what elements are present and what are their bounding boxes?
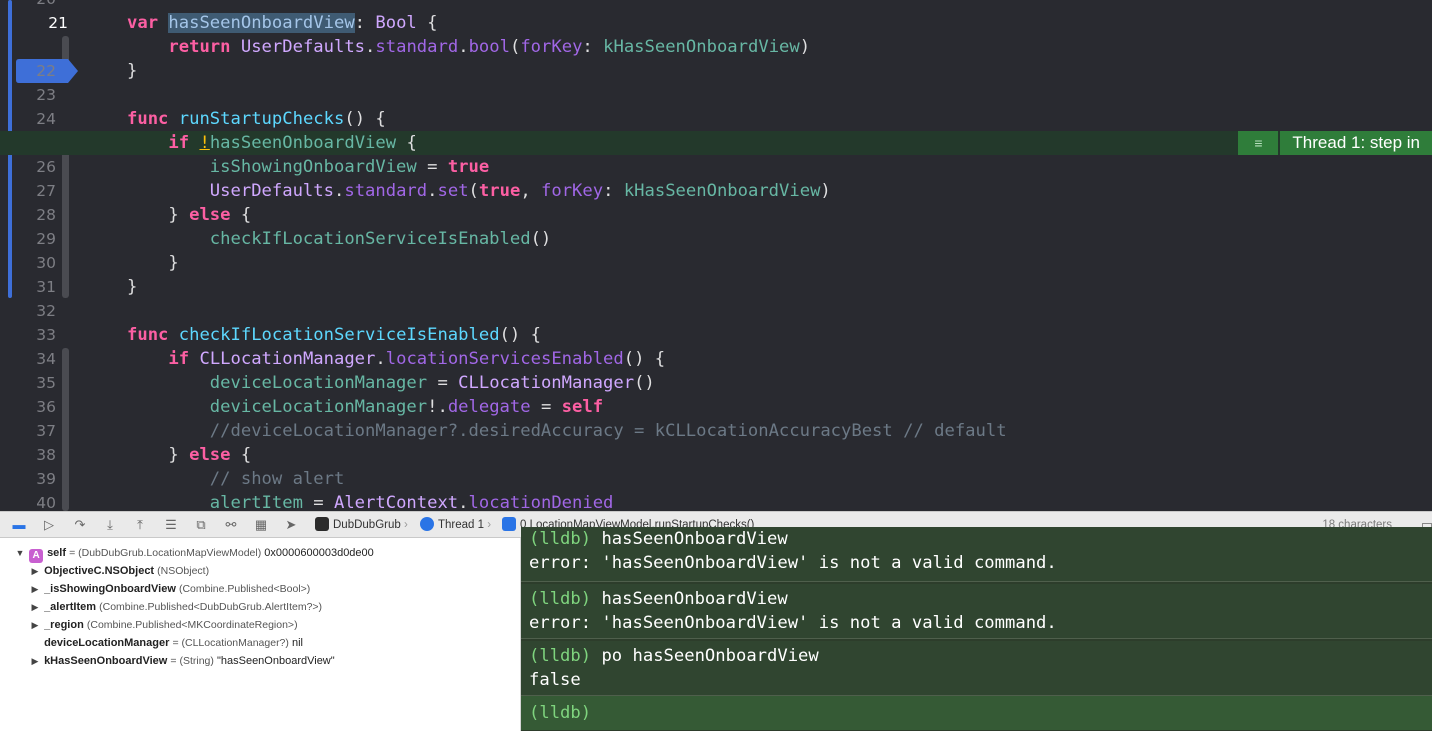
continue-icon[interactable] <box>40 517 58 533</box>
code-line[interactable]: 35 if CLLocationManager.locationServices… <box>0 347 1432 392</box>
console-entry: (lldb) hasSeenOnboardView error: 'hasSee… <box>521 527 1432 582</box>
console-output: error: 'hasSeenOnboardView' is not a val… <box>529 553 1057 573</box>
variable-row[interactable]: ▶ _region (Combine.Published<MKCoordinat… <box>29 616 298 634</box>
console-command: hasSeenOnboardView <box>601 589 788 609</box>
code-line[interactable]: 39 } else { <box>0 443 1432 488</box>
code-line[interactable]: 25 func runStartupChecks() { <box>0 107 1432 152</box>
code-line[interactable]: 21 var hasSeenOnboardView: Bool { <box>0 11 1432 83</box>
thread-step-label: Thread 1: step in <box>1280 131 1432 155</box>
variable-row[interactable]: ▶ kHasSeenOnboardView = (String) "hasSee… <box>29 652 335 670</box>
disclosure-triangle-icon[interactable]: ▶ <box>29 562 41 580</box>
code-line: 20 <box>0 0 1432 11</box>
code-line[interactable]: 41 alertItem = AlertContext.locationDeni… <box>0 491 1432 511</box>
environment-overrides-icon[interactable]: ⚯ <box>222 517 240 533</box>
object-badge-icon: A <box>29 549 44 563</box>
view-hierarchy-icon[interactable]: ☰ <box>162 517 180 533</box>
drag-handle-icon[interactable]: ≡ <box>1238 131 1279 155</box>
disclosure-triangle-icon[interactable]: ▶ <box>29 616 41 634</box>
variable-row[interactable]: ▶ _isShowingOnboardView (Combine.Publish… <box>29 580 311 598</box>
current-execution-line[interactable]: 26 if !hasSeenOnboardView { ≡ Thread 1: … <box>0 131 1432 176</box>
console-command: hasSeenOnboardView <box>601 529 788 549</box>
console-command: po hasSeenOnboardView <box>601 646 819 666</box>
step-into-icon[interactable]: ⤓ <box>101 517 119 533</box>
code-line[interactable]: 37 deviceLocationManager!.delegate = sel… <box>0 395 1432 440</box>
code-line[interactable]: 34 func checkIfLocationServiceIsEnabled(… <box>0 323 1432 368</box>
code-line[interactable]: 24 <box>0 83 1432 128</box>
code-line[interactable]: 40 // show alert <box>0 467 1432 511</box>
code-line[interactable]: 33 <box>0 299 1432 344</box>
code-line[interactable]: 38 //deviceLocationManager?.desiredAccur… <box>0 419 1432 464</box>
variables-view[interactable]: ▼ Aself = (DubDubGrub.LocationMapViewMod… <box>0 538 521 731</box>
breadcrumb-thread[interactable]: Thread 1 › <box>420 512 491 539</box>
code-line[interactable]: 27 isShowingOnboardView = true <box>0 155 1432 200</box>
console-entry: (lldb) hasSeenOnboardView error: 'hasSee… <box>521 584 1432 639</box>
code-line[interactable]: 29 } else { <box>0 203 1432 248</box>
code-line[interactable]: 22 return UserDefaults.standard.bool(for… <box>0 35 1432 80</box>
lldb-console[interactable]: (lldb) hasSeenOnboardView error: 'hasSee… <box>521 527 1432 731</box>
code-line[interactable]: 31 } <box>0 251 1432 296</box>
disclosure-triangle-icon[interactable]: ▶ <box>29 580 41 598</box>
console-output: false <box>529 670 581 690</box>
memory-graph-icon[interactable]: ⧉ <box>192 517 210 533</box>
step-over-icon[interactable]: ↷ <box>71 517 89 533</box>
breadcrumb-target[interactable]: DubDubGrub › <box>315 512 408 539</box>
disclosure-triangle-icon[interactable]: ▶ <box>29 652 41 670</box>
simulate-location-icon[interactable]: ▦ <box>252 517 270 533</box>
console-entry: (lldb) po hasSeenOnboardView false <box>521 641 1432 696</box>
console-input[interactable]: (lldb) <box>521 696 1432 730</box>
console-output: error: 'hasSeenOnboardView' is not a val… <box>529 613 1057 633</box>
thread-icon <box>420 517 434 531</box>
variable-row[interactable]: ▶ ObjectiveC.NSObject (NSObject) <box>29 562 210 580</box>
app-icon <box>315 517 329 531</box>
console-prompt: (lldb) <box>529 703 592 723</box>
disclosure-triangle-icon[interactable]: ▶ <box>29 598 41 616</box>
line-number: 20 <box>14 0 56 11</box>
disclosure-triangle-icon[interactable]: ▼ <box>14 544 26 562</box>
code-line[interactable]: 32 } <box>0 275 1432 320</box>
location-arrow-icon[interactable]: ➤ <box>282 517 300 533</box>
user-frame-icon <box>502 517 516 531</box>
code-line[interactable]: 30 checkIfLocationServiceIsEnabled() <box>0 227 1432 272</box>
code-line[interactable]: 36 deviceLocationManager = CLLocationMan… <box>0 371 1432 416</box>
step-out-icon[interactable]: ⤒ <box>131 517 149 533</box>
breakpoint-marker[interactable]: 21 <box>16 11 78 83</box>
variable-row[interactable]: ▼ Aself = (DubDubGrub.LocationMapViewMod… <box>14 544 374 563</box>
thread-step-indicator[interactable]: ≡ Thread 1: step in <box>1238 131 1432 155</box>
variable-row[interactable]: ▶ _alertItem (Combine.Published<DubDubGr… <box>29 598 323 616</box>
hide-debug-area-icon[interactable]: ▬ <box>10 517 28 533</box>
source-editor[interactable]: 20 21 var hasSeenOnboardView: Bool { 22 … <box>0 0 1432 511</box>
variable-row[interactable]: deviceLocationManager = (CLLocationManag… <box>29 634 303 652</box>
code-line[interactable]: 28 UserDefaults.standard.set(true, forKe… <box>0 179 1432 224</box>
code-line[interactable]: 23 } <box>0 59 1432 104</box>
